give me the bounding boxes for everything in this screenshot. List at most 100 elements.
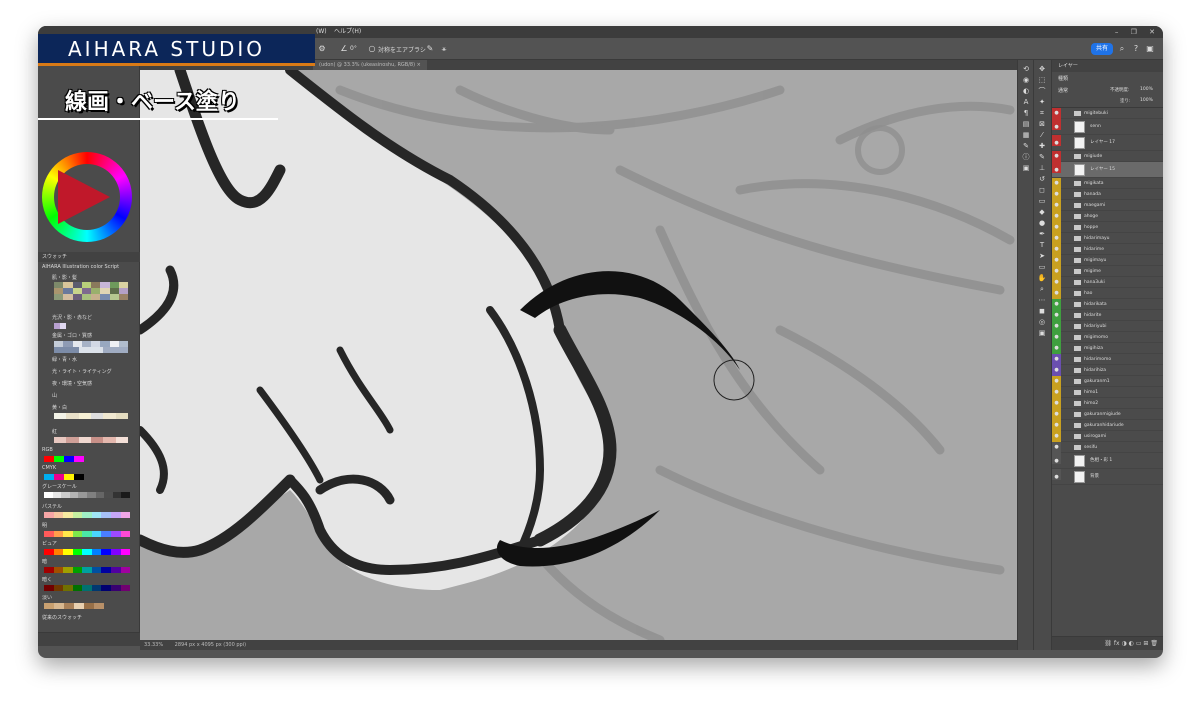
visibility-eye-icon[interactable]: ● [1052,266,1061,277]
smoothing-label[interactable]: 対称をエアブラシ [378,45,426,54]
visibility-eye-icon[interactable]: ● [1052,453,1061,464]
layer-row[interactable]: ● hidarime [1052,244,1163,255]
layer-row[interactable]: ● hoppe [1052,222,1163,233]
swatch-folder[interactable]: 明 [42,522,134,529]
path-select-icon[interactable]: ➤ [1034,251,1050,262]
swatch-folder[interactable]: 淡い [42,594,134,601]
layer-row[interactable]: ● hidarihiza [1052,365,1163,376]
layer-row[interactable]: ● gakuranhidariude [1052,420,1163,431]
layer-row[interactable]: ● migime [1052,266,1163,277]
visibility-eye-icon[interactable]: ● [1052,151,1061,162]
swatch-folder[interactable]: 肌・影・髪 [52,274,144,281]
swatch-folder[interactable]: ピュア [42,540,134,547]
visibility-eye-icon[interactable]: ● [1052,233,1061,244]
visibility-eye-icon[interactable]: ● [1052,222,1061,233]
color-icon[interactable]: ◉ [1018,75,1034,86]
swatch-folder[interactable]: 金属・ゴロ・質感 [52,332,144,339]
swatch-folder[interactable]: 暗く [42,576,134,583]
visibility-eye-icon[interactable]: ● [1052,162,1061,173]
blur-tool-icon[interactable]: ◆ [1034,207,1050,218]
dodge-tool-icon[interactable]: ● [1034,218,1050,229]
lasso-tool-icon[interactable]: ⌒ [1034,86,1050,97]
document-tab[interactable]: (udon) @ 33.3% (ukeasinoshu, RGB/8) × [313,60,427,70]
shape-tool-icon[interactable]: ▭ [1034,262,1050,273]
visibility-eye-icon[interactable]: ● [1052,398,1061,409]
adjustment-layer-icon[interactable]: ◐ [1129,640,1134,647]
swatch-folder[interactable]: 光・ライト・ライティング [52,368,144,375]
angle-value[interactable]: 0° [350,45,357,52]
swatch-folder[interactable]: 夜・環境・空気感 [52,380,144,387]
visibility-eye-icon[interactable]: ● [1052,332,1061,343]
visibility-eye-icon[interactable]: ● [1052,178,1061,189]
layer-row[interactable]: ● migitebuki [1052,108,1163,119]
gradient-tool-icon[interactable]: ▭ [1034,196,1050,207]
swatch-folder[interactable]: 山 [52,392,144,399]
layers-icon[interactable]: ▦ [1018,130,1034,141]
layer-row[interactable]: ● migihiza [1052,343,1163,354]
layer-row[interactable]: ● senn [1052,119,1163,135]
hand-tool-icon[interactable]: ✋ [1034,273,1050,284]
swatch-folder[interactable]: パステル [42,503,134,510]
menu-help[interactable]: ヘルプ(H) [334,26,361,38]
layer-row[interactable]: ● hidarite [1052,310,1163,321]
layer-row[interactable]: ● 色相・彩 1 [1052,453,1163,469]
navigator-icon[interactable]: ▣ [1018,163,1034,174]
screen-mode-icon[interactable]: ▣ [1034,328,1050,339]
layer-row[interactable]: ● maegami [1052,200,1163,211]
swatch-grid[interactable] [54,282,128,300]
mask-icon[interactable]: ◑ [1121,640,1126,647]
swatch-folder[interactable]: 緑・青・水 [52,356,144,363]
layer-row[interactable]: ● migimomo [1052,332,1163,343]
layer-row[interactable]: ● hana3uki [1052,277,1163,288]
share-button[interactable]: 共有 [1091,43,1113,55]
eyedropper-icon[interactable]: ⁄ [1034,130,1050,141]
pen-pressure-icon[interactable]: ✎ [424,43,436,55]
layer-row[interactable]: ● migimayu [1052,255,1163,266]
layer-row[interactable]: ● レイヤー 17 [1052,135,1163,151]
swatch-grid[interactable] [54,323,66,329]
frame-tool-icon[interactable]: ⊠ [1034,119,1050,130]
pen-tool-icon[interactable]: ✒ [1034,229,1050,240]
visibility-eye-icon[interactable]: ● [1052,469,1061,480]
artwork[interactable] [140,70,1017,640]
visibility-eye-icon[interactable]: ● [1052,189,1061,200]
swatch-folder[interactable]: グレースケール [42,483,134,490]
symmetry-icon[interactable]: ⚹ [438,43,450,55]
layer-row[interactable]: ● himo1 [1052,387,1163,398]
swatch-grid[interactable] [54,341,129,353]
swatch-folder[interactable]: 光沢・影・赤など [52,314,144,321]
swatch-grid[interactable] [44,585,131,591]
swatch-grid[interactable] [44,474,84,480]
paragraph-icon[interactable]: ¶ [1018,108,1034,119]
swatch-grid[interactable] [44,456,84,462]
visibility-eye-icon[interactable]: ● [1052,277,1061,288]
search-icon[interactable]: ⌕ [1116,43,1128,55]
layer-row[interactable]: ● 背景 [1052,469,1163,485]
link-layers-icon[interactable]: ⛓ [1104,640,1112,647]
layer-row[interactable]: ● usirogami [1052,431,1163,442]
swatch-folder[interactable]: 従来のスウォッチ [42,614,134,621]
visibility-eye-icon[interactable]: ● [1052,310,1061,321]
opacity-value[interactable]: 100% [1140,87,1153,92]
color-wheel[interactable] [42,152,132,242]
more-tools-icon[interactable]: ⋯ [1034,295,1050,306]
zoom-tool-icon[interactable]: ⌕ [1034,284,1050,295]
text-tool-icon[interactable]: T [1034,240,1050,251]
layer-row[interactable]: ● hidarimomo [1052,354,1163,365]
swatch-grid[interactable] [44,567,131,573]
fill-value[interactable]: 100% [1140,98,1153,103]
visibility-eye-icon[interactable]: ● [1052,431,1061,442]
visibility-eye-icon[interactable]: ● [1052,420,1061,431]
workspace-icon[interactable]: ▣ [1144,43,1156,55]
swatch-folder[interactable]: 黄・白 [52,404,144,411]
visibility-eye-icon[interactable]: ● [1052,376,1061,387]
swatch-folder[interactable]: 紅 [52,428,144,435]
close-window-icon[interactable]: ✕ [1149,28,1155,36]
layer-row[interactable]: ● レイヤー 15 [1052,162,1163,178]
new-group-icon[interactable]: ▭ [1136,640,1142,647]
layer-row[interactable]: ● ahoge [1052,211,1163,222]
angle-icon[interactable]: ∠ [338,43,350,55]
visibility-eye-icon[interactable]: ● [1052,211,1061,222]
adjustments-icon[interactable]: ◐ [1018,86,1034,97]
layer-row[interactable]: ● hao [1052,288,1163,299]
